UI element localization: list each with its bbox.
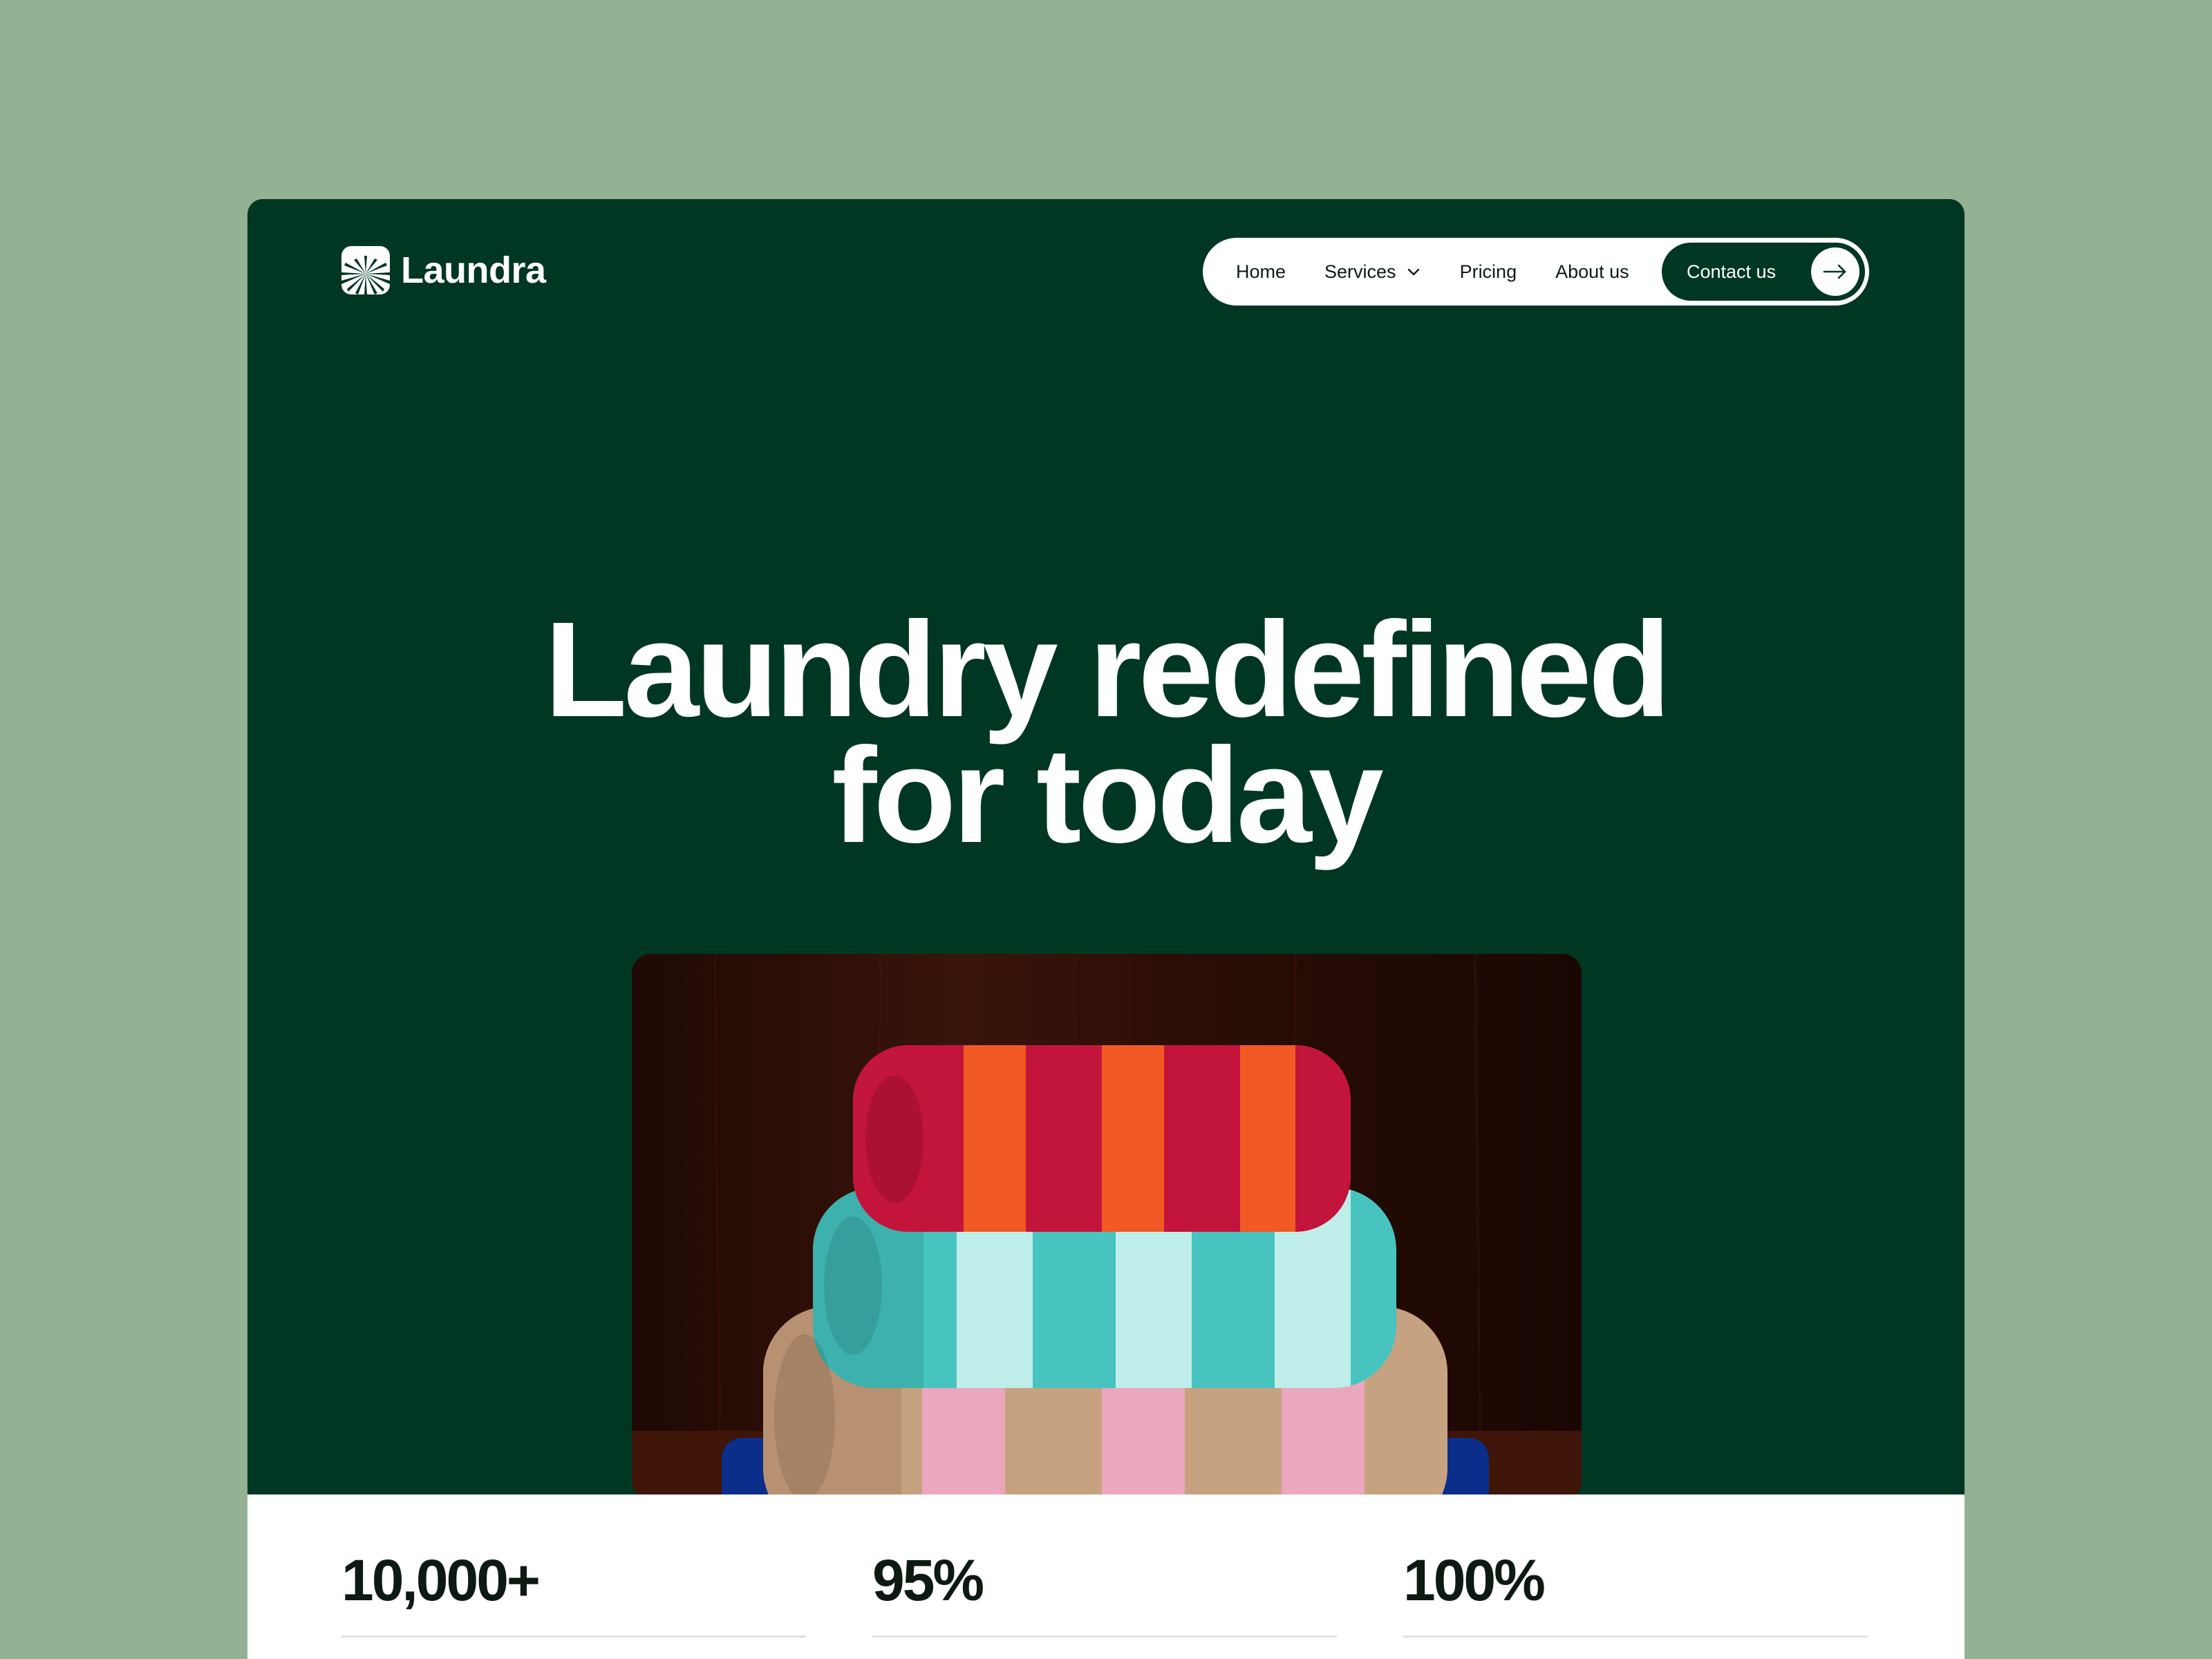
stat-value-guarantee: 100% bbox=[1403, 1548, 1546, 1613]
contact-us-button[interactable]: Contact us bbox=[1662, 243, 1865, 301]
main-card: Laundra Home Services Pricing About us C… bbox=[247, 199, 1965, 1659]
sunburst-logo-icon bbox=[341, 246, 390, 294]
hero-title-line-2: for today bbox=[832, 720, 1383, 871]
nav-home[interactable]: Home bbox=[1236, 261, 1286, 283]
hero-title: Laundry redefined for today bbox=[247, 602, 1965, 863]
contact-us-label: Contact us bbox=[1687, 261, 1777, 282]
nav-services-label: Services bbox=[1324, 261, 1396, 282]
brand-name: Laundra bbox=[401, 250, 546, 291]
nav-pricing[interactable]: Pricing bbox=[1460, 261, 1517, 283]
chevron-down-icon bbox=[1407, 268, 1419, 276]
stats-bar: 10,000+ 95% 100% bbox=[247, 1494, 1965, 1659]
nav-services[interactable]: Services bbox=[1324, 261, 1421, 283]
stat-value-customers: 10,000+ bbox=[341, 1548, 541, 1613]
stat-value-satisfaction: 95% bbox=[872, 1548, 984, 1613]
hero-image-folded-towels bbox=[632, 954, 1582, 1500]
nav-about-us[interactable]: About us bbox=[1555, 261, 1629, 283]
brand-logo[interactable]: Laundra bbox=[341, 246, 546, 294]
top-nav: Home Services Pricing About us Contact u… bbox=[1203, 238, 1869, 306]
stat-divider bbox=[1403, 1635, 1868, 1638]
arrow-right-icon bbox=[1811, 247, 1859, 296]
stat-divider bbox=[341, 1635, 806, 1638]
stat-divider bbox=[872, 1635, 1337, 1638]
